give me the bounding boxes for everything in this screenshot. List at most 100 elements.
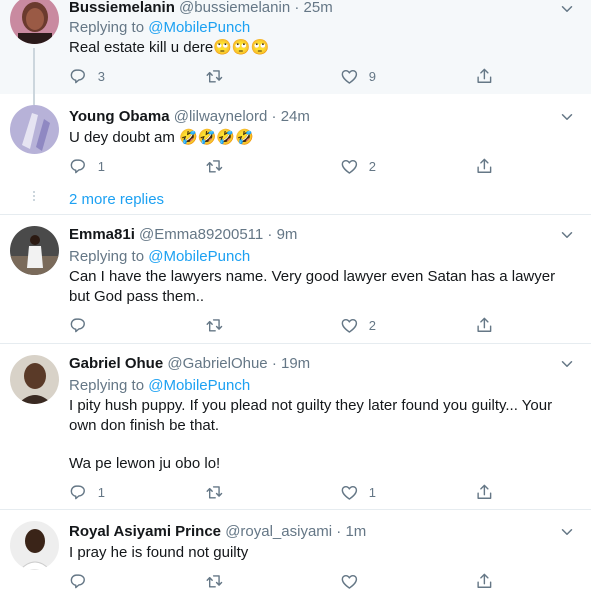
chevron-down-icon[interactable]	[558, 355, 576, 373]
author-handle[interactable]: @Emma89200511	[139, 226, 263, 243]
chevron-down-icon[interactable]	[558, 523, 576, 541]
reply-button[interactable]: 1	[69, 156, 105, 176]
retweet-icon	[205, 67, 224, 86]
reply-button[interactable]	[69, 315, 98, 335]
author-handle[interactable]: @royal_asiyami	[225, 523, 332, 540]
tweet-actions: 2	[69, 315, 519, 335]
tweet-header: Bussiemelanin @bussiemelanin · 25m	[69, 0, 333, 17]
share-icon	[475, 67, 494, 86]
retweet-icon	[205, 483, 224, 502]
share-button[interactable]	[475, 66, 494, 86]
separator-dot: ·	[271, 355, 277, 372]
author-name[interactable]: Royal Asiyami Prince	[69, 523, 221, 540]
tweet-text: I pity hush puppy. If you plead not guil…	[69, 397, 553, 434]
like-icon	[340, 67, 359, 86]
thread-dots	[33, 191, 35, 203]
thread-line	[33, 94, 35, 105]
retweet-button[interactable]	[205, 156, 234, 176]
tweet-text: I pray he is found not guilty	[69, 544, 249, 561]
share-button[interactable]	[475, 571, 494, 591]
like-icon	[340, 483, 359, 502]
timestamp[interactable]: 24m	[281, 108, 310, 125]
retweet-button[interactable]	[205, 315, 234, 335]
author-name[interactable]: Emma81i	[69, 226, 135, 243]
tweet-text: Real estate kill u dere🙄🙄🙄	[69, 39, 270, 56]
timestamp[interactable]: 9m	[277, 226, 298, 243]
retweet-icon	[205, 572, 224, 591]
tweet-header: Emma81i @Emma89200511 · 9m	[69, 226, 297, 244]
author-handle[interactable]: @bussiemelanin	[179, 0, 290, 16]
like-icon	[340, 157, 359, 176]
chevron-down-icon[interactable]	[558, 226, 576, 244]
replying-to: Replying to @MobilePunch	[69, 248, 250, 266]
tweet-gabriel-ohue[interactable]: Gabriel Ohue @GabrielOhue · 19m Replying…	[0, 344, 591, 509]
reply-icon	[69, 483, 88, 502]
share-icon	[475, 316, 494, 335]
replying-to-label: Replying to	[69, 19, 149, 36]
avatar[interactable]	[10, 105, 59, 154]
like-button[interactable]: 1	[340, 482, 376, 502]
tweet-royal-asiyami[interactable]: Royal Asiyami Prince @royal_asiyami · 1m…	[0, 510, 591, 605]
avatar[interactable]	[10, 521, 59, 570]
like-button[interactable]: 2	[340, 315, 376, 335]
like-count: 2	[368, 317, 376, 333]
tweet-header: Royal Asiyami Prince @royal_asiyami · 1m	[69, 523, 366, 541]
chevron-down-icon[interactable]	[558, 0, 576, 18]
share-icon	[475, 483, 494, 502]
reply-icon	[69, 572, 88, 591]
retweet-icon	[205, 316, 224, 335]
more-replies-link[interactable]: 2 more replies	[69, 191, 164, 208]
tweet-text: U dey doubt am 🤣🤣🤣🤣	[69, 129, 254, 146]
like-count: 2	[368, 158, 376, 174]
like-button[interactable]	[340, 571, 369, 591]
reply-button[interactable]: 1	[69, 482, 105, 502]
thread-line	[33, 48, 35, 94]
avatar[interactable]	[10, 0, 59, 44]
share-button[interactable]	[475, 315, 494, 335]
author-handle[interactable]: @GabrielOhue	[167, 355, 267, 372]
timestamp[interactable]: 19m	[281, 355, 310, 372]
timestamp[interactable]: 25m	[304, 0, 333, 16]
reply-count: 3	[97, 68, 105, 84]
mention-link[interactable]: @MobilePunch	[148, 248, 250, 265]
avatar[interactable]	[10, 226, 59, 275]
separator-dot: ·	[267, 226, 273, 243]
reply-button[interactable]	[69, 571, 98, 591]
like-icon	[340, 316, 359, 335]
reply-count: 1	[97, 158, 105, 174]
like-button[interactable]: 9	[340, 66, 376, 86]
separator-dot: ·	[294, 0, 300, 16]
tweet-emma81i[interactable]: Emma81i @Emma89200511 · 9m Replying to @…	[0, 215, 591, 343]
retweet-button[interactable]	[205, 66, 234, 86]
separator-dot: ·	[336, 523, 342, 540]
share-icon	[475, 157, 494, 176]
author-name[interactable]: Young Obama	[69, 108, 170, 125]
reply-button[interactable]: 3	[69, 66, 105, 86]
tweet-actions: 3 9	[69, 66, 519, 86]
tweet-header: Gabriel Ohue @GabrielOhue · 19m	[69, 355, 310, 373]
mention-link[interactable]: @MobilePunch	[148, 377, 250, 394]
tweet-text: Can I have the lawyers name. Very good l…	[69, 268, 556, 305]
tweet-text-line: Wa pe lewon ju obo lo!	[69, 455, 221, 472]
author-name[interactable]: Bussiemelanin	[69, 0, 175, 16]
reply-icon	[69, 157, 88, 176]
tweet-bussiemelanin[interactable]: Bussiemelanin @bussiemelanin · 25m Reply…	[0, 0, 591, 94]
like-count: 1	[368, 484, 376, 500]
retweet-button[interactable]	[205, 482, 234, 502]
retweet-icon	[205, 157, 224, 176]
author-handle[interactable]: @lilwaynelord	[174, 108, 268, 125]
author-name[interactable]: Gabriel Ohue	[69, 355, 163, 372]
tweet-actions: 1 1	[69, 482, 519, 502]
mention-link[interactable]: @MobilePunch	[148, 19, 250, 36]
reply-icon	[69, 316, 88, 335]
chevron-down-icon[interactable]	[558, 108, 576, 126]
tweet-young-obama[interactable]: Young Obama @lilwaynelord · 24m U dey do…	[0, 94, 591, 214]
share-button[interactable]	[475, 482, 494, 502]
share-button[interactable]	[475, 156, 494, 176]
retweet-button[interactable]	[205, 571, 234, 591]
timestamp[interactable]: 1m	[345, 523, 366, 540]
like-button[interactable]: 2	[340, 156, 376, 176]
tweet-header: Young Obama @lilwaynelord · 24m	[69, 108, 310, 126]
avatar[interactable]	[10, 355, 59, 404]
tweet-actions: 1 2	[69, 156, 519, 176]
